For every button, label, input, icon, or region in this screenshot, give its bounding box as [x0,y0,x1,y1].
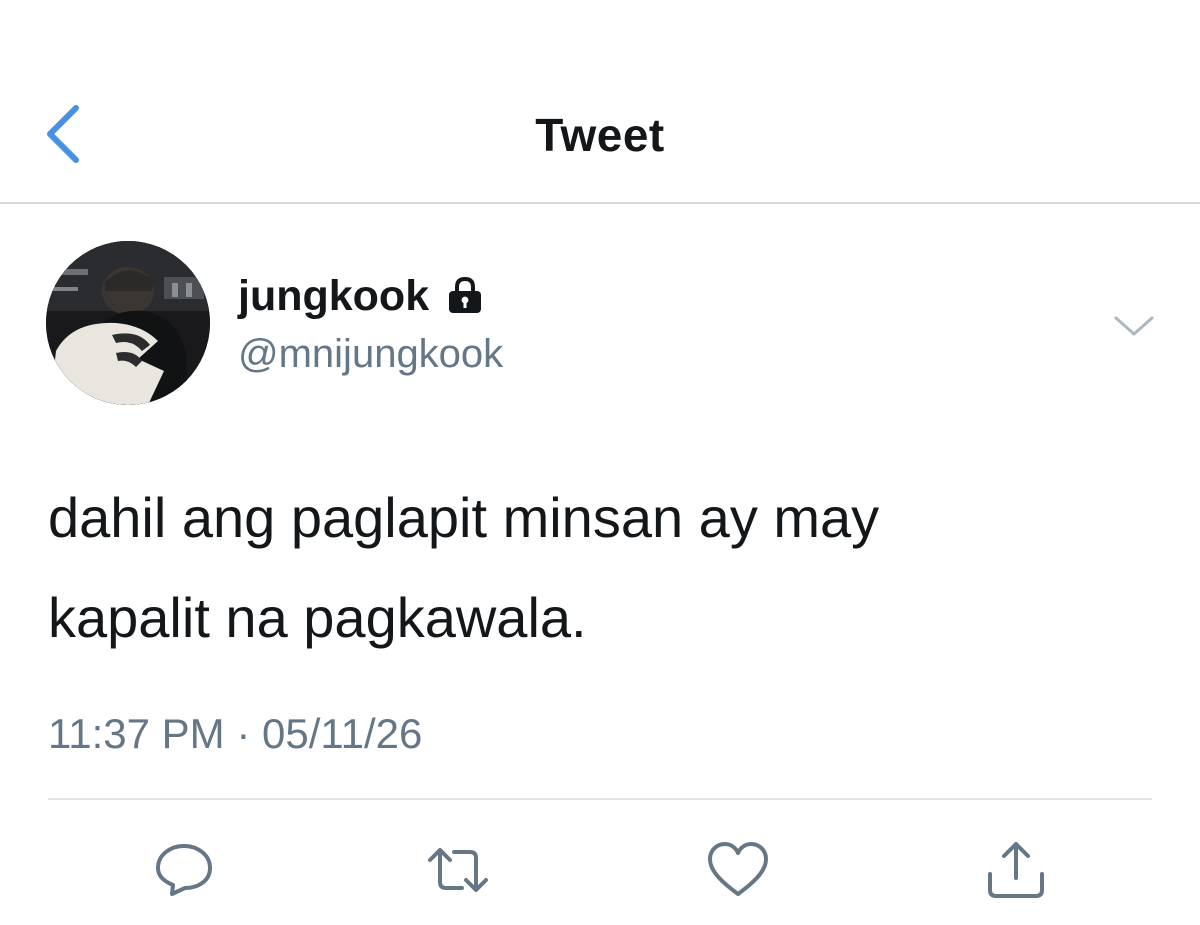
tweet-menu-button[interactable] [1110,308,1158,342]
share-icon [988,842,1044,898]
author-name-row[interactable]: jungkook [238,272,487,320]
share-button[interactable] [984,838,1048,902]
retweet-icon [428,848,488,892]
divider [48,798,1152,800]
tweet-text-line-1: dahil ang paglapit minsan ay may [48,486,880,549]
reply-button[interactable] [152,838,216,902]
top-navigation-bar: Tweet [0,0,1200,204]
tweet-text: dahil ang paglapit minsan ay may kapalit … [48,468,1148,668]
chevron-down-icon [1114,316,1154,336]
avatar[interactable] [46,241,210,405]
heart-icon [708,842,768,896]
tweet-text-line-2: kapalit na pagkawala. [48,586,587,649]
avatar-image [46,241,210,405]
author-handle[interactable]: @mnijungkook [238,330,503,378]
tweet-timestamp[interactable]: 11:37 PM · 05/11/26 [48,710,422,758]
display-name[interactable]: jungkook [238,272,429,320]
lock-icon [443,274,487,318]
retweet-button[interactable] [426,838,490,902]
page-title: Tweet [535,109,665,161]
reply-icon [156,844,212,896]
like-button[interactable] [706,838,770,902]
